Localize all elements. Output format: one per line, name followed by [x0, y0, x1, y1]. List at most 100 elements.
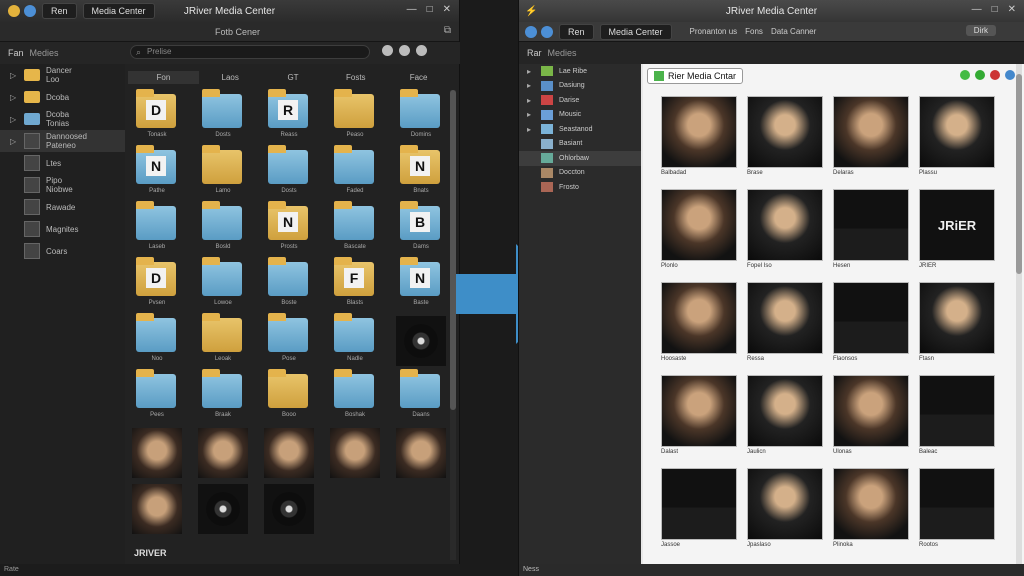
copy-icon[interactable]: ⧉: [444, 25, 451, 36]
grid-item[interactable]: Faded: [328, 145, 382, 202]
grid-item[interactable]: [196, 426, 250, 482]
grid-item[interactable]: N Baste: [394, 257, 448, 314]
grid-item[interactable]: Daans: [394, 369, 448, 426]
settings-icon[interactable]: [416, 45, 427, 56]
media-tile[interactable]: Hoosaste: [661, 282, 737, 370]
column-header[interactable]: Laos: [199, 73, 262, 82]
right-header-rar[interactable]: Rar: [527, 48, 542, 58]
column-header[interactable]: Fosts: [324, 73, 387, 82]
grid-item[interactable]: [394, 426, 448, 482]
grid-item[interactable]: Peaso: [328, 89, 382, 146]
search-input[interactable]: ⌕ Prelise: [130, 45, 370, 59]
sidebar-item[interactable]: ▷ Dancer Loo: [0, 64, 125, 86]
tab-media-center[interactable]: Media Center: [82, 3, 155, 19]
minimize-dot-icon[interactable]: [8, 5, 20, 17]
grid-item[interactable]: D Pvsen: [130, 257, 184, 314]
refresh-icon[interactable]: [975, 70, 985, 80]
tb-data-canner[interactable]: Data Canner: [771, 27, 816, 36]
close-icon[interactable]: ✕: [443, 4, 451, 15]
tb-fons[interactable]: Fons: [745, 27, 763, 36]
toolbar-label[interactable]: Fotb Cener: [215, 27, 260, 37]
expand-arrow-icon[interactable]: ▷: [10, 137, 18, 146]
right-sidebar-item[interactable]: ▸ Lae Ribe: [519, 64, 641, 79]
media-tile[interactable]: Jassoe: [661, 468, 737, 556]
column-header[interactable]: Face: [387, 73, 450, 82]
grid-item[interactable]: Boste: [262, 257, 316, 314]
right-header-medies[interactable]: Medies: [548, 48, 577, 58]
expand-arrow-icon[interactable]: ▸: [527, 125, 535, 134]
maximize-dot-icon[interactable]: [24, 5, 36, 17]
right-sidebar-item[interactable]: ▸ Dasiung: [519, 79, 641, 94]
expand-arrow-icon[interactable]: ▷: [10, 93, 18, 102]
grid-item[interactable]: N Pathe: [130, 145, 184, 202]
expand-arrow-icon[interactable]: ▸: [527, 67, 535, 76]
library-title-box[interactable]: Rier Media Cntar: [647, 68, 744, 84]
right-scrollbar[interactable]: [1016, 64, 1022, 564]
grid-item[interactable]: Bascate: [328, 201, 382, 258]
media-tile[interactable]: Ressa: [747, 282, 823, 370]
column-header[interactable]: GT: [262, 73, 325, 82]
grid-item[interactable]: D Tonask: [130, 89, 184, 146]
grid-item[interactable]: Pose: [262, 313, 316, 370]
media-tile[interactable]: Balbadad: [661, 96, 737, 184]
sidebar-item[interactable]: ▷ Dannoosed Pateneo: [0, 130, 125, 152]
media-tile[interactable]: Plinoka: [833, 468, 909, 556]
grid-item[interactable]: N Bnats: [394, 145, 448, 202]
column-header[interactable]: Fon: [128, 70, 199, 84]
media-tile[interactable]: JRiER JRIER: [919, 189, 995, 277]
grid-item[interactable]: [394, 314, 448, 370]
media-tile[interactable]: Jaulicn: [747, 375, 823, 463]
play-icon[interactable]: [960, 70, 970, 80]
media-tile[interactable]: Fopel Iso: [747, 189, 823, 277]
user-icon[interactable]: [1005, 70, 1015, 80]
media-tile[interactable]: Hesen: [833, 189, 909, 277]
right-tab-media-center[interactable]: Media Center: [599, 23, 672, 40]
tb-pronanton[interactable]: Pronanton us: [690, 27, 738, 36]
right-sidebar-item[interactable]: ▸ Mousic: [519, 108, 641, 123]
record-icon[interactable]: [990, 70, 1000, 80]
media-tile[interactable]: Ftasn: [919, 282, 995, 370]
sidebar-item[interactable]: Coars: [0, 240, 125, 262]
media-tile[interactable]: Plonlo: [661, 189, 737, 277]
sidebar-item[interactable]: Ltes: [0, 152, 125, 174]
header-fan[interactable]: Fan: [8, 48, 24, 58]
header-medies[interactable]: Medies: [30, 48, 59, 58]
maximize-icon[interactable]: □: [992, 4, 998, 15]
sidebar-item[interactable]: ▷ Dcoba Tonias: [0, 108, 125, 130]
expand-arrow-icon[interactable]: ▸: [527, 96, 535, 105]
nav-dot-icon-2[interactable]: [541, 25, 553, 38]
sidebar-item[interactable]: Magnites: [0, 218, 125, 240]
close-icon[interactable]: ✕: [1008, 4, 1016, 15]
right-sidebar-item[interactable]: Basiant: [519, 137, 641, 152]
right-sidebar-item[interactable]: Doccton: [519, 166, 641, 181]
view-icon[interactable]: [382, 45, 393, 56]
right-tab-ren[interactable]: Ren: [559, 23, 594, 40]
media-tile[interactable]: Delaras: [833, 96, 909, 184]
grid-item[interactable]: R Reass: [262, 89, 316, 146]
grid-item[interactable]: N Prosts: [262, 201, 316, 258]
right-sidebar-item[interactable]: Ohlorbaw: [519, 151, 641, 166]
grid-item[interactable]: Dosts: [262, 145, 316, 202]
grid-item[interactable]: Laseb: [130, 201, 184, 258]
grid-item[interactable]: [130, 426, 184, 482]
tab-ren[interactable]: Ren: [42, 3, 77, 19]
sidebar-item[interactable]: Rawade: [0, 196, 125, 218]
media-tile[interactable]: Baleac: [919, 375, 995, 463]
media-tile[interactable]: Rootos: [919, 468, 995, 556]
media-tile[interactable]: Plassu: [919, 96, 995, 184]
grid-item[interactable]: Booo: [262, 369, 316, 426]
tb-dirk-button[interactable]: Dirk: [965, 25, 996, 36]
expand-arrow-icon[interactable]: ▸: [527, 110, 535, 119]
grid-item[interactable]: Dosts: [196, 89, 250, 146]
media-tile[interactable]: Brase: [747, 96, 823, 184]
media-tile[interactable]: Jpaslaso: [747, 468, 823, 556]
media-tile[interactable]: Flaonsos: [833, 282, 909, 370]
nav-dot-icon[interactable]: [525, 25, 537, 38]
right-sidebar-item[interactable]: ▸ Seastanod: [519, 122, 641, 137]
grid-item[interactable]: [262, 426, 316, 482]
grid-item[interactable]: Braak: [196, 369, 250, 426]
maximize-icon[interactable]: □: [427, 4, 433, 15]
expand-arrow-icon[interactable]: ▸: [527, 81, 535, 90]
grid-item[interactable]: Boshak: [328, 369, 382, 426]
expand-arrow-icon[interactable]: ▷: [10, 115, 18, 124]
